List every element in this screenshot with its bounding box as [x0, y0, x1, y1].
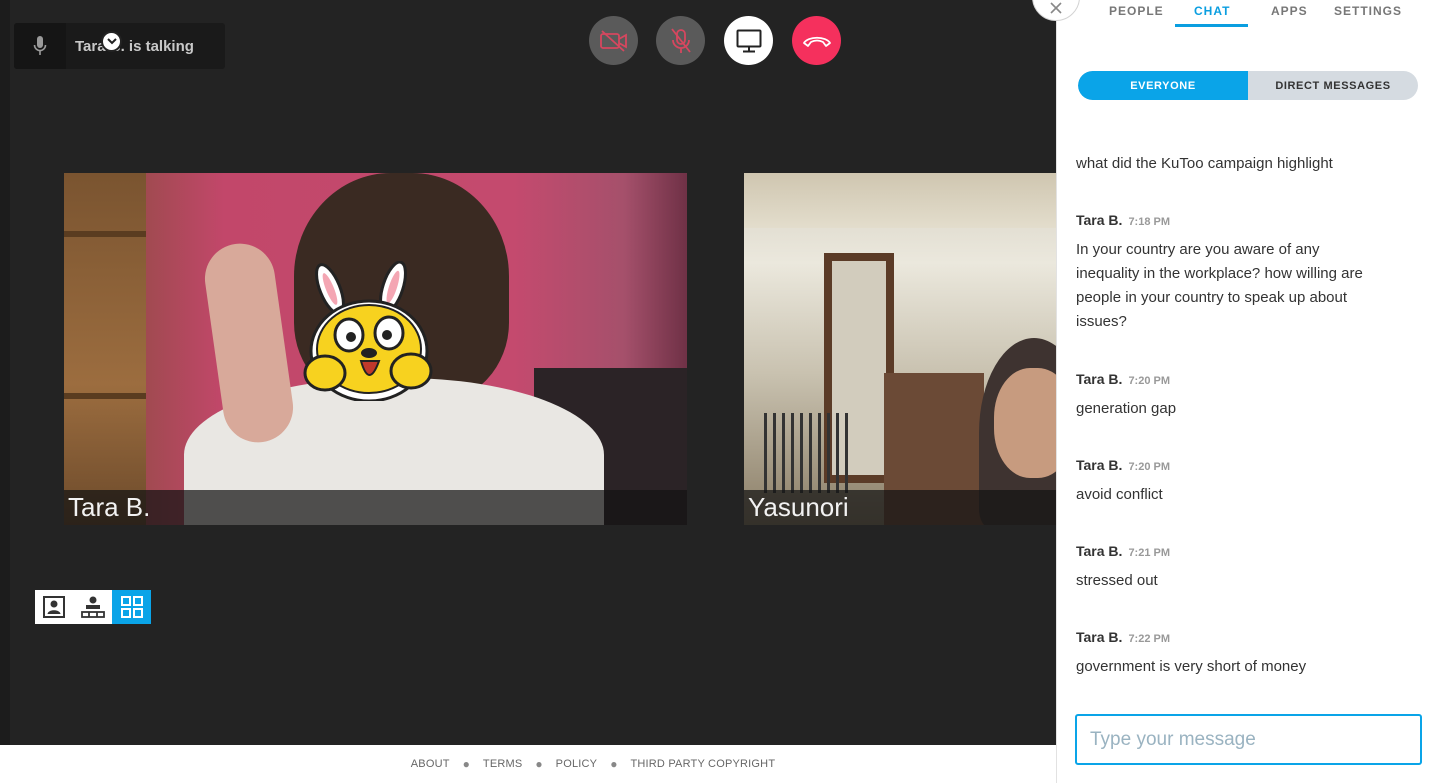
screen-share-button[interactable]: [724, 16, 773, 65]
chat-message: what did the KuToo campaign highlight: [1076, 152, 1366, 176]
person-card-icon: [43, 596, 66, 618]
message-text: what did the KuToo campaign highlight: [1076, 155, 1333, 172]
ceiling-shape: [744, 173, 1056, 228]
layout-switcher: [35, 590, 152, 624]
tab-chat[interactable]: CHAT: [1194, 4, 1230, 18]
presentation-view-button[interactable]: [73, 590, 113, 624]
chat-message: Tara B. 7:21 PM stressed out: [1076, 542, 1366, 593]
about-link[interactable]: ABOUT: [411, 758, 450, 770]
policy-link[interactable]: POLICY: [556, 758, 598, 770]
chat-message: Tara B. 7:18 PM In your country are you a…: [1076, 211, 1366, 334]
message-text: government is very short of money: [1076, 658, 1307, 675]
camera-off-icon: [599, 29, 627, 52]
mic-icon: [14, 23, 66, 69]
message-time: 7:21 PM: [1128, 547, 1171, 559]
mic-toggle-button[interactable]: [656, 16, 705, 65]
message-header: Tara B. 7:20 PM: [1076, 456, 1366, 476]
grid-view-button[interactable]: [112, 590, 152, 624]
tab-apps[interactable]: APPS: [1271, 4, 1308, 18]
shelf-shape: [64, 173, 146, 525]
camera-toggle-button[interactable]: [589, 16, 638, 65]
message-header: Tara B. 7:18 PM: [1076, 211, 1366, 231]
everyone-button[interactable]: EVERYONE: [1078, 71, 1248, 100]
message-time: 7:20 PM: [1128, 375, 1171, 387]
video-stage: Tara B. is talking Tara B. Yasunori: [0, 0, 1056, 745]
hang-up-icon: [802, 36, 831, 47]
side-panel: PEOPLE CHAT APPS SETTINGS EVERYONE DIREC…: [1032, 0, 1440, 783]
mic-off-icon: [670, 27, 691, 53]
message-time: 7:22 PM: [1128, 633, 1171, 645]
message-author: Tara B.: [1076, 212, 1123, 228]
mic-options-button[interactable]: [101, 31, 122, 52]
grid-icon: [120, 596, 143, 618]
chat-message: Tara B. 7:20 PM generation gap: [1076, 370, 1366, 421]
third-party-copyright-link[interactable]: THIRD PARTY COPYRIGHT: [630, 758, 775, 770]
message-header: Tara B. 7:21 PM: [1076, 542, 1366, 562]
video-tile-tara[interactable]: Tara B.: [64, 173, 687, 525]
tab-people[interactable]: PEOPLE: [1109, 4, 1164, 18]
terms-link[interactable]: TERMS: [483, 758, 523, 770]
message-text: stressed out: [1076, 572, 1158, 589]
panel-tabs: PEOPLE CHAT APPS SETTINGS: [1057, 0, 1440, 30]
separator-dot: ●: [462, 757, 470, 771]
message-author: Tara B.: [1076, 629, 1123, 645]
separator-dot: ●: [610, 757, 618, 771]
rack-shape: [764, 413, 854, 493]
shelf-board: [64, 231, 146, 237]
separator-dot: ●: [535, 757, 543, 771]
speaker-view-button[interactable]: [35, 590, 74, 624]
hierarchy-icon: [81, 596, 105, 618]
message-text: generation gap: [1076, 400, 1177, 417]
message-author: Tara B.: [1076, 543, 1123, 559]
active-tab-indicator: [1175, 24, 1248, 27]
talking-label: Tara B. is talking: [75, 37, 194, 55]
participant-name: Yasunori: [744, 490, 1056, 525]
message-time: 7:20 PM: [1128, 461, 1171, 473]
direct-messages-button[interactable]: DIRECT MESSAGES: [1248, 71, 1418, 100]
message-author: Tara B.: [1076, 457, 1123, 473]
footer-links: ABOUT ● TERMS ● POLICY ● THIRD PARTY COP…: [0, 745, 1056, 783]
message-text: avoid conflict: [1076, 486, 1163, 503]
tab-settings[interactable]: SETTINGS: [1334, 4, 1402, 18]
message-author: Tara B.: [1076, 371, 1123, 387]
chevron-down-icon: [106, 38, 117, 45]
sticker-icon: [297, 260, 442, 403]
message-time: 7:18 PM: [1128, 216, 1171, 228]
face-shape: [994, 368, 1056, 478]
participant-name: Tara B.: [64, 490, 687, 525]
message-header: Tara B. 7:20 PM: [1076, 370, 1366, 390]
message-input[interactable]: [1075, 714, 1422, 765]
chat-message: Tara B. 7:22 PM government is very short …: [1076, 628, 1366, 679]
screen-share-icon: [736, 29, 761, 52]
message-header: Tara B. 7:22 PM: [1076, 628, 1366, 648]
stage-edge: [0, 0, 10, 745]
chat-audience-toggle: EVERYONE DIRECT MESSAGES: [1078, 71, 1418, 100]
message-text: In your country are you aware of any ine…: [1076, 241, 1363, 330]
video-tile-yasunori[interactable]: Yasunori: [744, 173, 1056, 525]
hang-up-button[interactable]: [792, 16, 841, 65]
shelf-board: [64, 393, 146, 399]
chat-message: Tara B. 7:20 PM avoid conflict: [1076, 456, 1366, 507]
